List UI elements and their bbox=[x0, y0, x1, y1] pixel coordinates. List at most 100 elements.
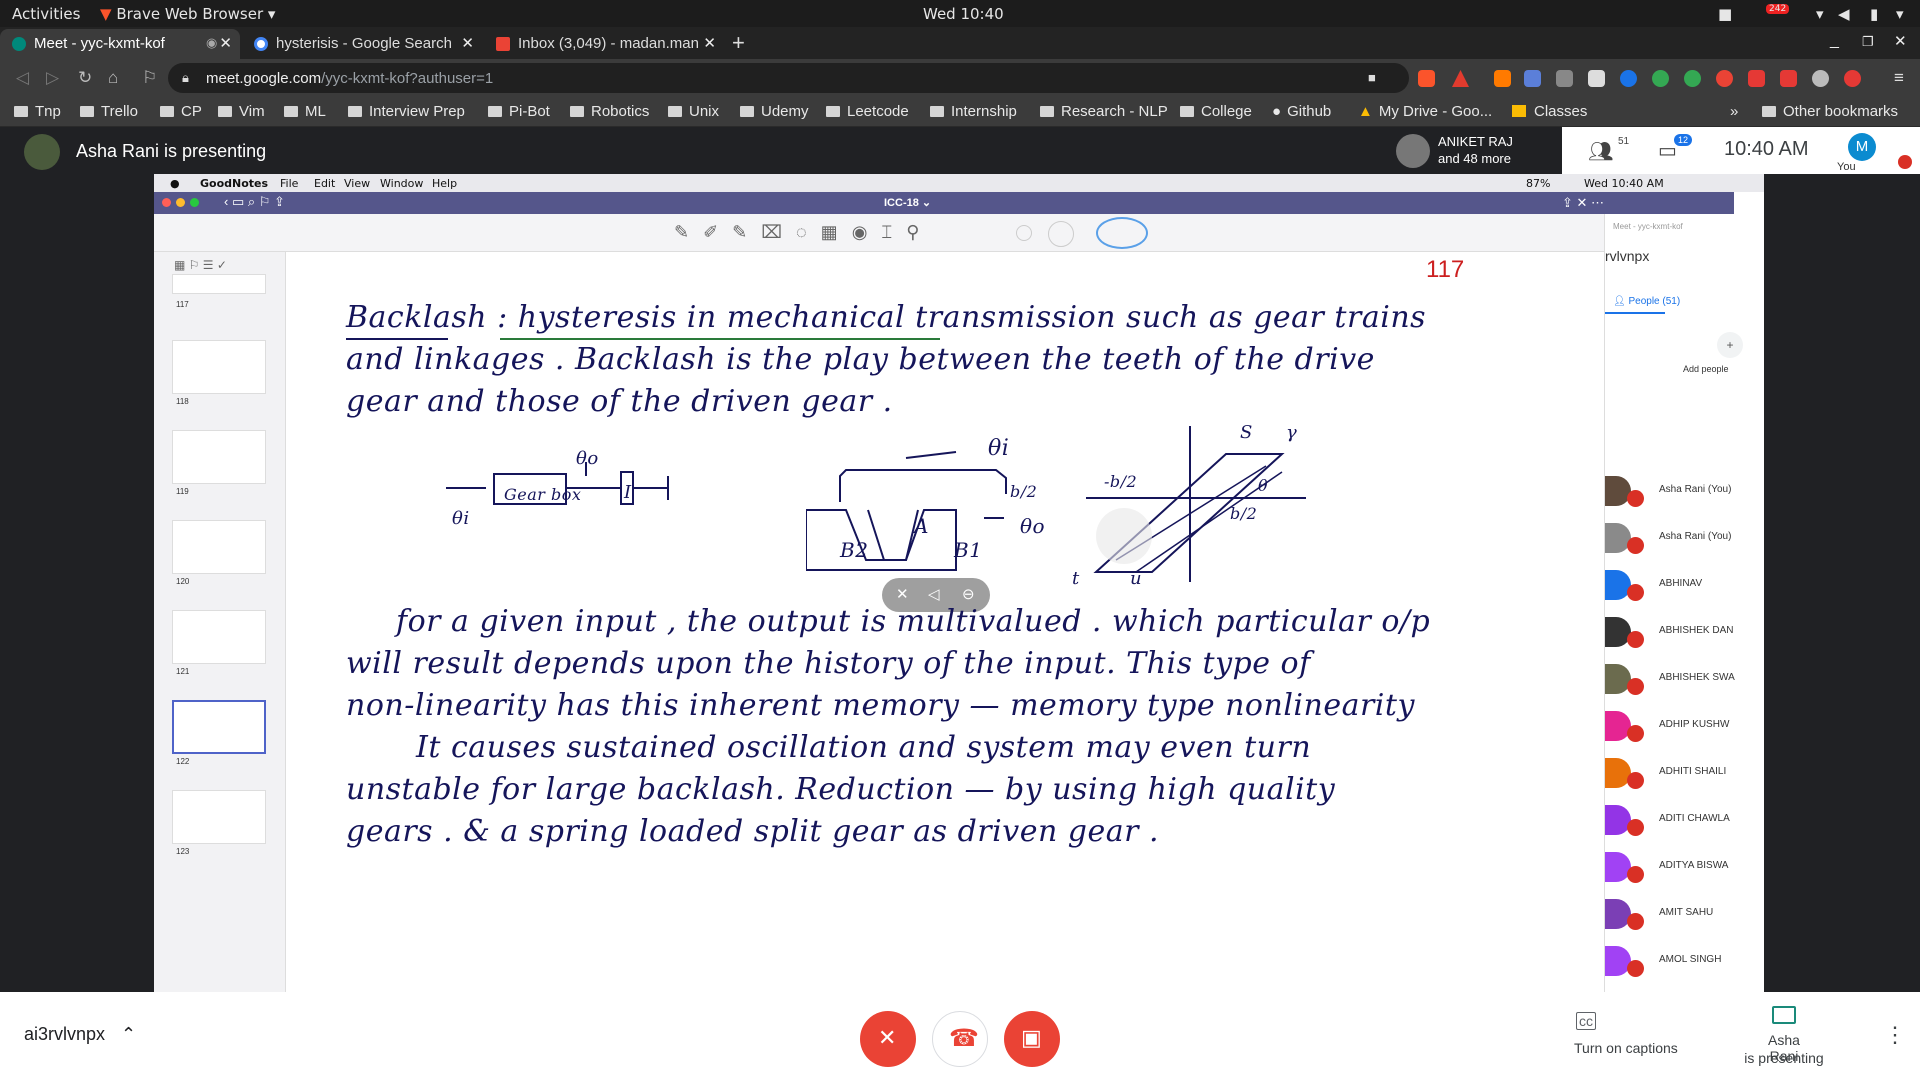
close-tab-icon[interactable]: ✕ bbox=[703, 34, 716, 52]
bookmark-folder[interactable]: Trello bbox=[80, 103, 138, 120]
folder-icon bbox=[80, 106, 94, 117]
muted-icon bbox=[1627, 584, 1644, 601]
bookmark-drive[interactable]: ▲ My Drive - Goo... bbox=[1358, 103, 1492, 120]
mac-battery: 87% bbox=[1526, 177, 1551, 190]
new-tab-button[interactable]: + bbox=[732, 30, 745, 56]
bookmark-folder[interactable]: ML bbox=[284, 103, 326, 120]
more-options-icon[interactable]: ⋮ bbox=[1884, 1022, 1906, 1048]
extension-8-icon[interactable] bbox=[1716, 70, 1733, 87]
bookmark-github[interactable]: ● Github bbox=[1272, 103, 1331, 120]
page-thumbnail-selected bbox=[172, 700, 266, 754]
tab-google-search[interactable]: hysterisis - Google Search ✕ bbox=[242, 29, 482, 59]
page-number: 117 bbox=[1426, 256, 1465, 283]
bookmark-folder[interactable]: Pi-Bot bbox=[488, 103, 550, 120]
document-title: ICC-18 ⌄ bbox=[884, 197, 932, 209]
goodnotes-toolbar: ✎✐✎⌧◌▦◉⌶⚲ bbox=[154, 214, 1734, 252]
bookmark-folder[interactable]: Leetcode bbox=[826, 103, 909, 120]
tab-gmail[interactable]: Inbox (3,049) - madan.man ✕ bbox=[484, 29, 724, 59]
captions-icon[interactable]: cc bbox=[1576, 1012, 1596, 1030]
people-count: 51 bbox=[1618, 136, 1630, 147]
classroom-icon bbox=[1512, 105, 1526, 117]
muted-icon bbox=[1627, 725, 1644, 742]
meeting-details-button[interactable]: ai3rvlvnpx ⌃ bbox=[24, 1024, 136, 1045]
thumbnail-tabs-icon: ▦ ⚐ ☰ ✓ bbox=[174, 258, 227, 272]
extension-7-icon[interactable] bbox=[1684, 70, 1701, 87]
forward-icon[interactable]: ▷ bbox=[46, 68, 59, 88]
extension-3-icon[interactable] bbox=[1556, 70, 1573, 87]
extension-10-icon[interactable] bbox=[1780, 70, 1797, 87]
presenter-avatar bbox=[24, 134, 60, 170]
diagram-label: θi bbox=[452, 508, 470, 529]
app-menu[interactable]: ▼ Brave Web Browser ▾ bbox=[100, 5, 275, 23]
bookmark-folder[interactable]: Udemy bbox=[740, 103, 809, 120]
bookmark-folder[interactable]: Vim bbox=[218, 103, 265, 120]
bookmark-folder[interactable]: Unix bbox=[668, 103, 719, 120]
gnome-top-bar: Activities ▼ Brave Web Browser ▾ Wed 10:… bbox=[0, 0, 1920, 27]
bookmark-other[interactable]: Other bookmarks bbox=[1762, 103, 1898, 120]
shared-screen: ● GoodNotes File Edit View Window Help 8… bbox=[154, 174, 1764, 992]
bookmark-folder[interactable]: Robotics bbox=[570, 103, 649, 120]
volume-icon[interactable]: ◀ bbox=[1838, 5, 1850, 23]
activities-button[interactable]: Activities bbox=[12, 5, 80, 23]
extension-12-icon[interactable] bbox=[1844, 70, 1861, 87]
extension-6-icon[interactable] bbox=[1652, 70, 1669, 87]
extension-11-icon[interactable] bbox=[1812, 70, 1829, 87]
brave-shields-icon[interactable] bbox=[1418, 70, 1435, 87]
close-tab-icon[interactable]: ✕ bbox=[219, 34, 232, 52]
bookmark-folder[interactable]: Tnp bbox=[14, 103, 61, 120]
people-tab-indicator bbox=[1605, 312, 1665, 314]
extension-4-icon[interactable] bbox=[1588, 70, 1605, 87]
note-line: non-linearity has this inherent memory —… bbox=[346, 688, 1415, 723]
close-tab-icon[interactable]: ✕ bbox=[461, 34, 474, 52]
power-menu-icon[interactable]: ▾ bbox=[1896, 5, 1904, 23]
captions-button[interactable]: Turn on captions bbox=[1574, 1040, 1678, 1056]
extension-1-icon[interactable] bbox=[1494, 70, 1511, 87]
bookmark-classes[interactable]: Classes bbox=[1512, 103, 1587, 120]
network-icon[interactable]: ▾ bbox=[1816, 5, 1824, 23]
battery-icon[interactable]: ▮ bbox=[1870, 5, 1878, 23]
leave-call-button[interactable]: ☎︎ bbox=[932, 1011, 988, 1067]
tab-meet[interactable]: Meet - yyc-kxmt-kof ◉ ✕ bbox=[0, 29, 240, 59]
audio-indicator-icon: ◉ bbox=[206, 35, 218, 50]
mic-off-icon: ✕ bbox=[878, 1025, 897, 1050]
close-window-dot bbox=[162, 198, 171, 207]
bookmark-folder[interactable]: College bbox=[1180, 103, 1252, 120]
reload-icon[interactable]: ↻ bbox=[78, 68, 92, 88]
speaker-off-icon[interactable]: ◁ bbox=[928, 585, 940, 603]
camera-in-use-icon[interactable]: ■ bbox=[1368, 70, 1376, 85]
folder-icon bbox=[160, 106, 174, 117]
back-icon[interactable]: ◁ bbox=[16, 68, 29, 88]
mic-off-icon[interactable]: ✕ bbox=[896, 585, 909, 603]
participant-row: Asha Rani (You) bbox=[1605, 521, 1764, 561]
self-avatar[interactable]: M bbox=[1848, 133, 1876, 161]
minimize-window-icon[interactable]: _ bbox=[1830, 32, 1839, 50]
minimize-overlay-icon[interactable]: ⊖ bbox=[962, 585, 975, 603]
extension-2-icon[interactable] bbox=[1524, 70, 1541, 87]
add-people-label: Add people bbox=[1683, 364, 1729, 374]
close-window-icon[interactable]: ✕ bbox=[1894, 32, 1907, 50]
browser-menu-icon[interactable]: ≡ bbox=[1894, 68, 1904, 88]
mac-menu-bar: ● GoodNotes File Edit View Window Help 8… bbox=[154, 174, 1764, 192]
more-bookmarks-icon[interactable]: » bbox=[1730, 103, 1738, 120]
address-bar[interactable]: 🔒︎ meet.google.com/yyc-kxmt-kof?authuser… bbox=[168, 63, 1409, 93]
participant-name: ADITYA BISWA bbox=[1659, 860, 1729, 871]
camera-toggle-button[interactable]: ▣ bbox=[1004, 1011, 1060, 1067]
bookmark-folder[interactable]: Interview Prep bbox=[348, 103, 465, 120]
presenting-icon[interactable] bbox=[1772, 1006, 1796, 1024]
bookmark-icon[interactable]: ⚐ bbox=[142, 68, 157, 88]
brave-rewards-icon[interactable] bbox=[1452, 70, 1469, 87]
bookmark-folder[interactable]: Research - NLP bbox=[1040, 103, 1168, 120]
extension-9-icon[interactable] bbox=[1748, 70, 1765, 87]
mic-toggle-button[interactable]: ✕ bbox=[860, 1011, 916, 1067]
bookmark-folder[interactable]: Internship bbox=[930, 103, 1017, 120]
muted-icon bbox=[1627, 537, 1644, 554]
tab-title: hysterisis - Google Search bbox=[276, 35, 452, 52]
extension-5-icon[interactable] bbox=[1620, 70, 1637, 87]
people-icon[interactable]: 👥︎ bbox=[1588, 139, 1613, 164]
bookmark-folder[interactable]: CP bbox=[160, 103, 202, 120]
present-label-2[interactable]: is presenting bbox=[1740, 1050, 1828, 1066]
note-line: It causes sustained oscillation and syst… bbox=[416, 730, 1312, 765]
system-clock[interactable]: Wed 10:40 bbox=[923, 5, 1004, 23]
restore-window-icon[interactable]: ❐ bbox=[1862, 34, 1874, 50]
home-icon[interactable]: ⌂ bbox=[108, 68, 118, 88]
